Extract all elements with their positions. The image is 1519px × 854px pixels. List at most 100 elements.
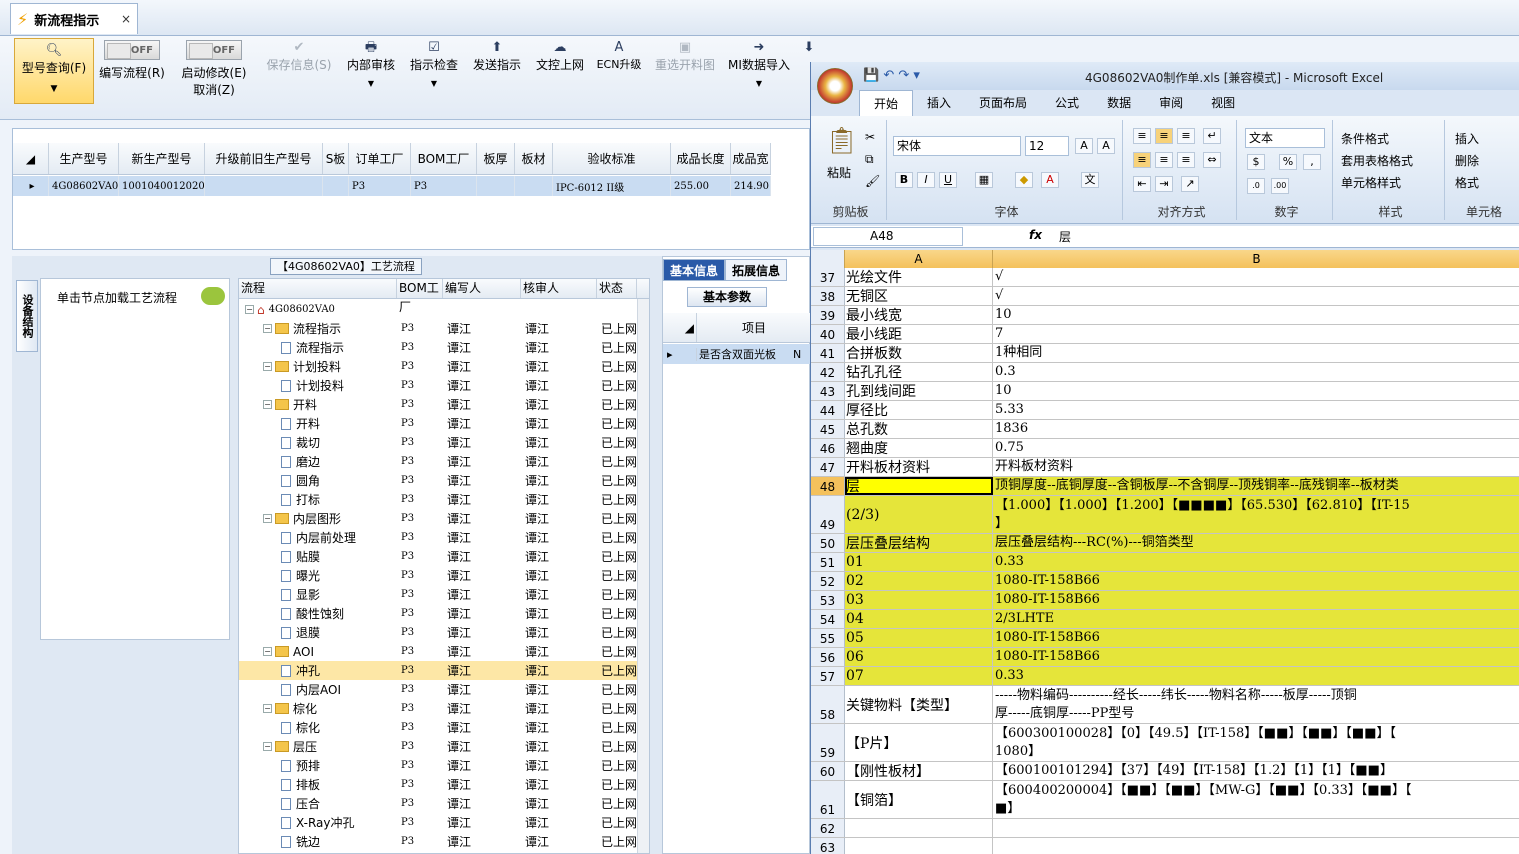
- row-number[interactable]: 51: [811, 553, 845, 571]
- cell-a[interactable]: 钻孔孔径: [845, 363, 993, 381]
- tree-row[interactable]: 排板 P3 谭江 谭江 已上网: [239, 775, 639, 794]
- tree-node[interactable]: 流程指示: [239, 339, 397, 356]
- tab-ribbon[interactable]: 审阅: [1145, 90, 1197, 116]
- tab-device-structure[interactable]: 设备结构: [16, 280, 38, 352]
- row-number[interactable]: 46: [811, 439, 845, 457]
- tree-row[interactable]: 流程指示 P3 谭江 谭江 已上网: [239, 338, 639, 357]
- cell-a[interactable]: 总孔数: [845, 420, 993, 438]
- cell-b[interactable]: 0.75: [993, 439, 1519, 457]
- row-number[interactable]: 38: [811, 287, 845, 305]
- percent-icon[interactable]: %: [1279, 154, 1297, 170]
- tree-row[interactable]: 打标 P3 谭江 谭江 已上网: [239, 490, 639, 509]
- increase-decimal-icon[interactable]: .0: [1247, 178, 1265, 194]
- cell-a[interactable]: 【P片】: [845, 724, 993, 761]
- column-header[interactable]: 生产型号: [49, 143, 119, 174]
- row-number[interactable]: 50: [811, 534, 845, 552]
- border-icon[interactable]: ▦: [975, 172, 993, 188]
- tree-node[interactable]: 内层AOI: [239, 681, 397, 698]
- shrink-font-icon[interactable]: A: [1097, 138, 1115, 154]
- row-number[interactable]: 45: [811, 420, 845, 438]
- tree-row[interactable]: − AOI P3 谭江 谭江 已上网: [239, 642, 639, 661]
- tree-node[interactable]: 预排: [239, 757, 397, 774]
- align-center-icon[interactable]: ≡: [1155, 152, 1173, 168]
- tree-row[interactable]: − 层压 P3 谭江 谭江 已上网: [239, 737, 639, 756]
- edit-flow-toggle[interactable]: OFF: [104, 40, 160, 60]
- cell-b[interactable]: √: [993, 287, 1519, 305]
- tree-row[interactable]: 裁切 P3 谭江 谭江 已上网: [239, 433, 639, 452]
- column-header[interactable]: 核审人: [521, 279, 597, 298]
- cell-b[interactable]: 1080-IT-158B66: [993, 591, 1519, 609]
- cell-a[interactable]: 07: [845, 667, 993, 685]
- tab-new-flow[interactable]: ⚡ 新流程指示 ×: [10, 3, 138, 34]
- cell-a[interactable]: 孔到线间距: [845, 382, 993, 400]
- cell-a[interactable]: 厚径比: [845, 401, 993, 419]
- cell-a[interactable]: 光绘文件: [845, 268, 993, 286]
- internal-review-button[interactable]: 🖶 内部审核 ▼: [344, 36, 398, 120]
- tree-row[interactable]: − 流程指示 P3 谭江 谭江 已上网: [239, 319, 639, 338]
- tree-node[interactable]: − 开料: [239, 396, 397, 413]
- tree-node[interactable]: 计划投料: [239, 377, 397, 394]
- align-left-icon[interactable]: ≡: [1133, 152, 1151, 168]
- cell-a[interactable]: 层压叠层结构: [845, 534, 993, 552]
- tree-row[interactable]: 显影 P3 谭江 谭江 已上网: [239, 585, 639, 604]
- cell-b[interactable]: 1080-IT-158B66: [993, 629, 1519, 647]
- column-header[interactable]: 成品长度: [671, 143, 731, 174]
- save-info-button[interactable]: ✔ 保存信息(S): [264, 36, 334, 120]
- cell-a[interactable]: (2/3): [845, 496, 993, 533]
- fx-icon[interactable]: fx: [1029, 228, 1042, 242]
- align-middle-icon[interactable]: ≡: [1155, 128, 1173, 144]
- tab-ribbon[interactable]: 插入: [913, 90, 965, 116]
- start-modify-button[interactable]: OFF 启动修改(E) 取消(Z): [178, 36, 250, 120]
- cell-a[interactable]: 最小线宽: [845, 306, 993, 324]
- tree-node[interactable]: − 层压: [239, 738, 397, 755]
- format-button[interactable]: 格式: [1455, 174, 1479, 191]
- tree-node[interactable]: 冲孔: [239, 662, 397, 679]
- row-number[interactable]: 37: [811, 268, 845, 286]
- tree-node[interactable]: − 内层图形: [239, 510, 397, 527]
- row-number[interactable]: 53: [811, 591, 845, 609]
- cell-b[interactable]: 2/3LHTE: [993, 610, 1519, 628]
- tree-node[interactable]: 铣边: [239, 833, 397, 850]
- column-header[interactable]: BOM工厂: [411, 143, 477, 174]
- row-number[interactable]: 59: [811, 724, 845, 761]
- cut-copy-icons[interactable]: ✂ ⧉ 🖌︎: [865, 126, 880, 192]
- tab-basic-params[interactable]: 基本参数: [687, 287, 767, 307]
- cell-b[interactable]: 0.33: [993, 553, 1519, 571]
- tree-node[interactable]: 曝光: [239, 567, 397, 584]
- cell-a[interactable]: 02: [845, 572, 993, 590]
- collapse-icon[interactable]: −: [263, 362, 272, 371]
- tree-row[interactable]: 开料 P3 谭江 谭江 已上网: [239, 414, 639, 433]
- row-number[interactable]: 44: [811, 401, 845, 419]
- cell-b[interactable]: √: [993, 268, 1519, 286]
- column-header[interactable]: 状态: [597, 279, 637, 298]
- tree-row[interactable]: 内层前处理 P3 谭江 谭江 已上网: [239, 528, 639, 547]
- tree-row[interactable]: − 棕化 P3 谭江 谭江 已上网: [239, 699, 639, 718]
- edit-flow-button[interactable]: OFF 编写流程(R): [96, 36, 168, 120]
- tree-row[interactable]: 酸性蚀刻 P3 谭江 谭江 已上网: [239, 604, 639, 623]
- tree-row[interactable]: 计划投料 P3 谭江 谭江 已上网: [239, 376, 639, 395]
- cell-b[interactable]: 10: [993, 306, 1519, 324]
- tree-row[interactable]: X-Ray冲孔 P3 谭江 谭江 已上网: [239, 813, 639, 832]
- mi-import-button[interactable]: ➜ MI数据导入 ▼: [728, 36, 790, 120]
- bold-icon[interactable]: B: [895, 172, 913, 188]
- cell-a[interactable]: 06: [845, 648, 993, 666]
- cell-b[interactable]: [993, 838, 1519, 854]
- cell-b[interactable]: 开料板材资料: [993, 458, 1519, 476]
- cell-style-button[interactable]: 单元格样式: [1341, 174, 1401, 191]
- column-header[interactable]: 新生产型号: [119, 143, 205, 174]
- row-number[interactable]: 47: [811, 458, 845, 476]
- tree-row[interactable]: 铣边 P3 谭江 谭江 已上网: [239, 832, 639, 851]
- cell-a[interactable]: 无铜区: [845, 287, 993, 305]
- tree-row[interactable]: − ⌂ 4G08602VA0: [239, 300, 639, 319]
- tab-ribbon[interactable]: 数据: [1093, 90, 1145, 116]
- cell-b[interactable]: 5.33: [993, 401, 1519, 419]
- tree-row[interactable]: 曝光 P3 谭江 谭江 已上网: [239, 566, 639, 585]
- tree-row[interactable]: 圆角 P3 谭江 谭江 已上网: [239, 471, 639, 490]
- conditional-format-button[interactable]: 条件格式: [1341, 130, 1389, 147]
- tree-row[interactable]: 退膜 P3 谭江 谭江 已上网: [239, 623, 639, 642]
- vertical-scrollbar[interactable]: [637, 299, 649, 853]
- tab-basic-info[interactable]: 基本信息: [663, 259, 726, 281]
- tree-node[interactable]: − 计划投料: [239, 358, 397, 375]
- tree-node[interactable]: − 棕化: [239, 700, 397, 717]
- tree-row[interactable]: 贴膜 P3 谭江 谭江 已上网: [239, 547, 639, 566]
